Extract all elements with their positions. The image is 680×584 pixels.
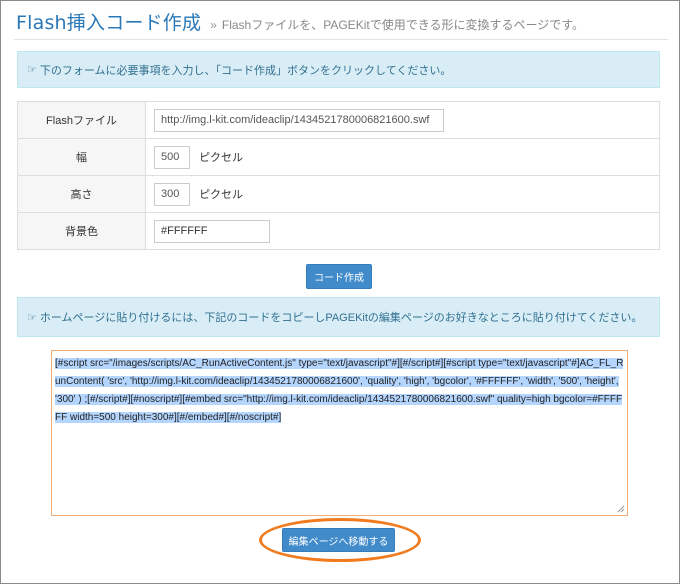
- pointing-hand-icon: ☞: [27, 64, 37, 76]
- bgcolor-input[interactable]: #FFFFFF: [154, 219, 270, 243]
- header-divider: [14, 39, 668, 40]
- resize-grip-icon[interactable]: [617, 505, 625, 513]
- form-row-bgcolor: 背景色 #FFFFFF: [17, 212, 660, 250]
- page-subtitle: Flashファイルを、PAGEKitで使用できる形に変換するページです。: [221, 18, 585, 32]
- form-row-flash-file: Flashファイル http://img.l-kit.com/ideaclip/…: [17, 101, 660, 139]
- pointing-hand-icon: ☞: [27, 311, 37, 324]
- width-label: 幅: [17, 138, 146, 176]
- flash-form-table: Flashファイル http://img.l-kit.com/ideaclip/…: [17, 101, 660, 250]
- height-label: 高さ: [17, 175, 146, 213]
- page-title: Flash挿入コード作成: [16, 12, 202, 34]
- paste-hint-text: ホームページに貼り付けるには、下記のコードをコピーしPAGEKitの編集ページの…: [39, 312, 643, 324]
- breadcrumb-separator: »: [210, 18, 217, 32]
- create-code-button[interactable]: コード作成: [306, 264, 372, 289]
- form-hint-text: 下のフォームに必要事項を入力し、「コード作成」ボタンをクリックしてください。: [39, 64, 452, 77]
- height-unit: ピクセル: [199, 189, 244, 201]
- form-hint-notice: ☞ 下のフォームに必要事項を入力し、「コード作成」ボタンをクリックしてください。: [17, 51, 660, 88]
- go-to-edit-page-button[interactable]: 編集ページへ移動する: [282, 528, 395, 552]
- height-input[interactable]: 300: [154, 182, 190, 206]
- width-input[interactable]: 500: [154, 145, 190, 169]
- bgcolor-label: 背景色: [17, 212, 146, 250]
- form-row-height: 高さ 300 ピクセル: [17, 175, 660, 213]
- flash-file-input[interactable]: http://img.l-kit.com/ideaclip/1434521780…: [154, 108, 444, 132]
- paste-hint-notice: ☞ ホームページに貼り付けるには、下記のコードをコピーしPAGEKitの編集ペー…: [17, 297, 660, 337]
- form-row-width: 幅 500 ピクセル: [17, 138, 660, 176]
- code-output-textarea[interactable]: [#script src="/images/scripts/AC_RunActi…: [51, 350, 628, 516]
- width-unit: ピクセル: [199, 152, 244, 164]
- page-header: Flash挿入コード作成 » Flashファイルを、PAGEKitで使用できる形…: [16, 8, 585, 34]
- code-output-text[interactable]: [#script src="/images/scripts/AC_RunActi…: [55, 358, 624, 423]
- flash-file-label: Flashファイル: [17, 101, 146, 139]
